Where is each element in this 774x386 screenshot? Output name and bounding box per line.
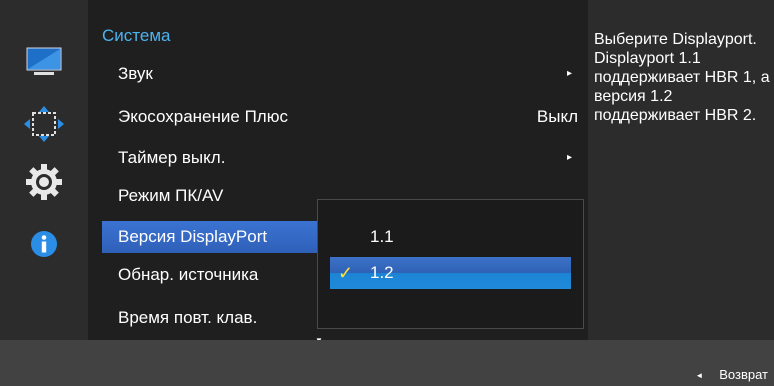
info-icon[interactable] (22, 226, 66, 262)
submenu-arrow-icon: ▸ (566, 152, 572, 163)
menu-item-off-timer[interactable]: Таймер выкл. ▸ (102, 142, 578, 174)
back-label: Возврат (719, 367, 768, 382)
resize-arrows-icon[interactable] (22, 106, 66, 142)
menu-item-value: Выкл (536, 107, 578, 126)
section-title: Система (102, 26, 171, 45)
menu-item-sound[interactable]: Звук ▸ (102, 58, 578, 90)
menu-item-label: Версия DisplayPort (118, 227, 268, 246)
help-text: Выберите Displayport. Displayport 1.1 по… (594, 31, 770, 124)
back-button[interactable]: ◄ Возврат (695, 367, 768, 382)
displayport-submenu: 1.1 ✓ 1.2 (317, 199, 584, 329)
menu-item-eco-saving[interactable]: Экосохранение Плюс Выкл (102, 101, 578, 133)
option-label: 1.2 (370, 263, 394, 282)
menu-item-displayport-version[interactable]: Версия DisplayPort (102, 221, 322, 253)
checkmark-icon: ✓ (338, 263, 354, 283)
menu-item-label: Таймер выкл. (118, 148, 226, 167)
menu-item-label: Режим ПК/AV (118, 186, 224, 205)
option-label: 1.1 (370, 227, 394, 246)
back-arrow-icon: ◄ (695, 371, 704, 380)
osd-window: Система Звук ▸ Экосохранение Плюс Выкл Т… (0, 0, 774, 386)
footer-bar: ◄ Возврат (0, 340, 774, 386)
menu-item-label: Звук (118, 64, 153, 83)
option-1-2[interactable]: ✓ 1.2 (330, 257, 571, 289)
menu-item-label: Экосохранение Плюс (118, 107, 288, 126)
sidebar (0, 0, 88, 340)
menu-item-label: Обнар. источника (118, 265, 259, 284)
menu-item-label: Время повт. клав. (118, 308, 258, 327)
help-panel: Выберите Displayport. Displayport 1.1 по… (588, 0, 774, 340)
option-1-1[interactable]: 1.1 (330, 221, 571, 253)
submenu-arrow-icon: ▸ (566, 68, 572, 79)
monitor-icon[interactable] (22, 44, 66, 80)
gear-icon[interactable] (22, 164, 66, 200)
